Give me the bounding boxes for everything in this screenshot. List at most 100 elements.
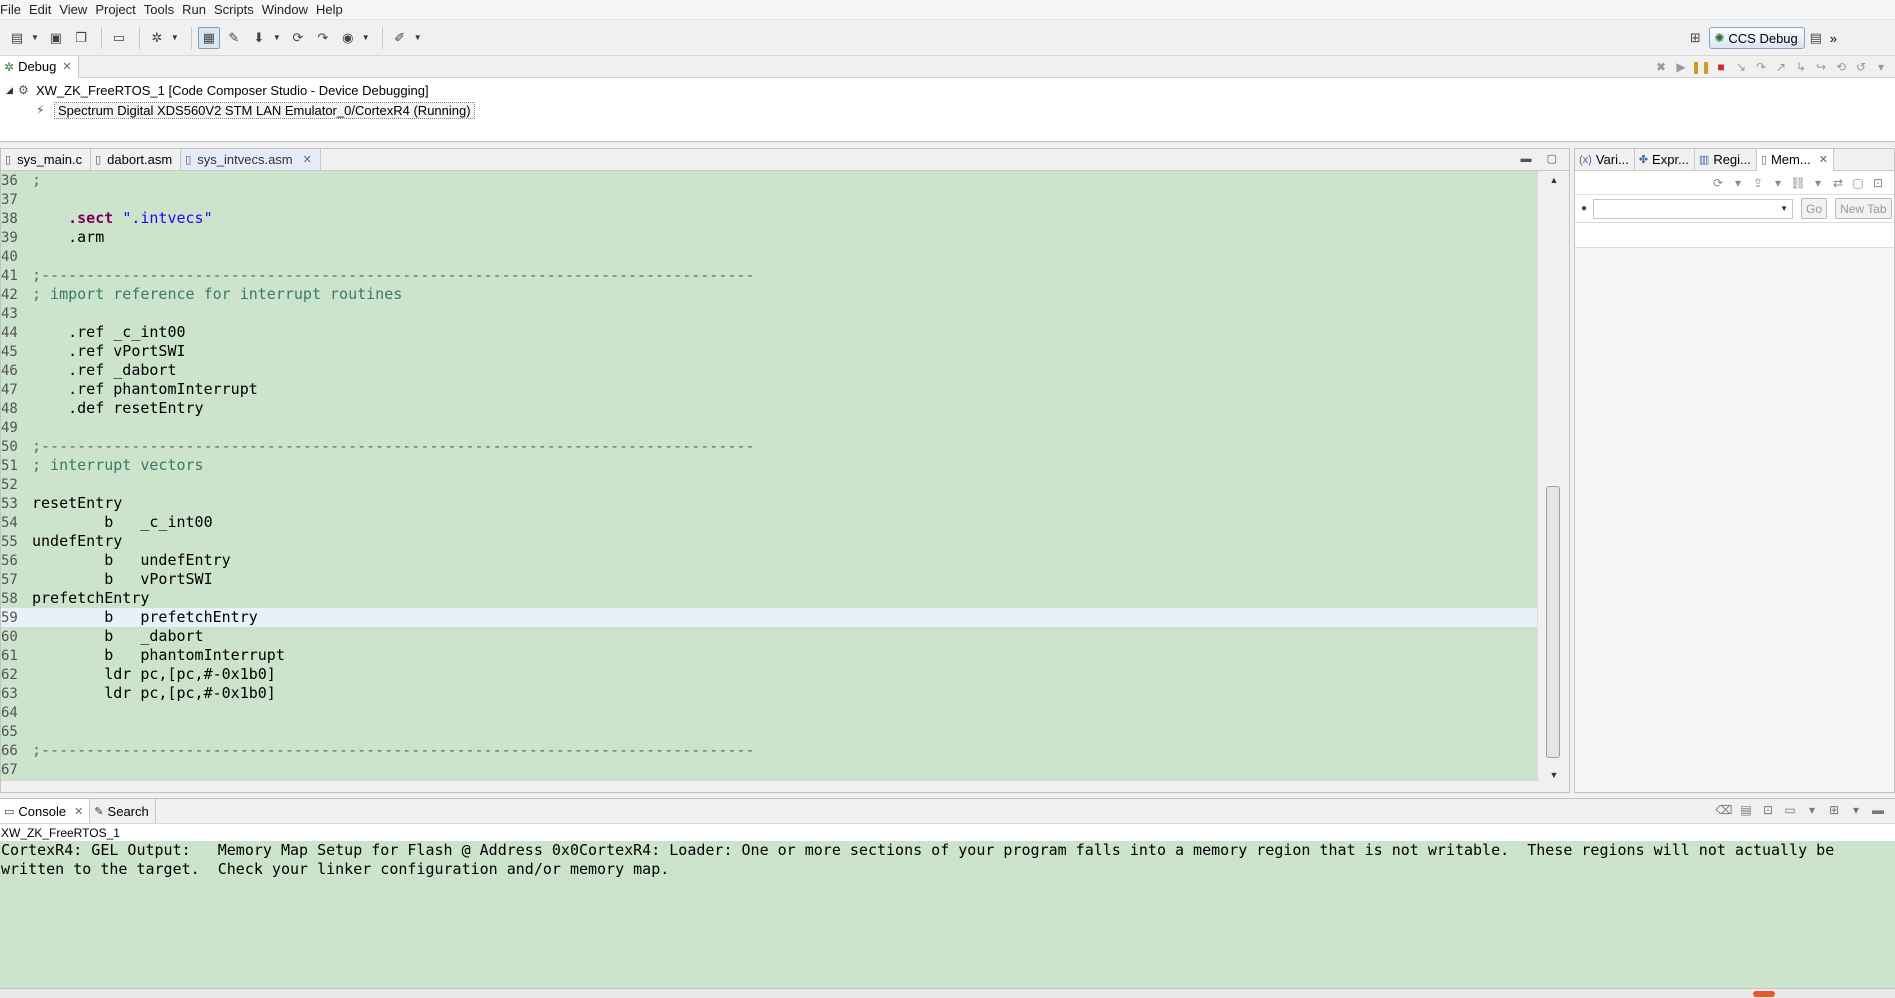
new-dropdown-icon[interactable]: ▼ (31, 33, 39, 42)
menu-window[interactable]: Window (262, 0, 315, 20)
debug-dropdown-icon[interactable]: ▼ (171, 33, 179, 42)
code-line[interactable]: 47 .ref phantomInterrupt (1, 380, 1539, 399)
minimize-icon[interactable]: ▬ (1867, 803, 1889, 817)
code-line[interactable]: 39 .arm (1, 228, 1539, 247)
menu-project[interactable]: Project (95, 0, 142, 20)
tab-search[interactable]: ✎ Search (90, 799, 156, 823)
tree-item-launch[interactable]: ◢ ⚙ XW_ZK_FreeRTOS_1 [Code Composer Stud… (6, 80, 1895, 100)
dropdown-icon[interactable]: ▾ (1768, 176, 1788, 190)
code-line[interactable]: 64 (1, 703, 1539, 722)
tab-registers[interactable]: ▥ Regi... (1695, 148, 1757, 171)
dropdown-icon[interactable]: ▾ (1728, 176, 1748, 190)
code-line[interactable]: 62 ldr pc,[pc,#-0x1b0] (1, 665, 1539, 684)
overflow-chevron-icon[interactable]: » (1830, 31, 1837, 46)
minimize-maximize-icons[interactable]: ▬ ▢ (1521, 152, 1563, 165)
open-console-icon[interactable]: ▭ (108, 27, 130, 49)
code-line[interactable]: 36; (1, 171, 1539, 190)
terminate-icon[interactable]: ■ (1711, 60, 1731, 74)
new-window-icon[interactable]: ▢ (1848, 176, 1868, 190)
close-icon[interactable]: ✕ (62, 60, 71, 73)
view-menu-icon[interactable]: ▾ (1871, 60, 1891, 74)
scroll-thumb[interactable] (1546, 486, 1560, 758)
address-combo[interactable]: ▼ (1593, 198, 1794, 219)
menu-file[interactable]: File (0, 0, 28, 20)
tab-expressions[interactable]: ✤ Expr... (1635, 148, 1695, 171)
go-button[interactable]: Go (1801, 198, 1828, 219)
code-line[interactable]: 58 prefetchEntry (1, 589, 1539, 608)
menu-scripts[interactable]: Scripts (214, 0, 261, 20)
code-line[interactable]: 52 (1, 475, 1539, 494)
pin-icon[interactable]: ⊡ (1868, 176, 1888, 190)
tab-sys-main-c[interactable]: ▯ sys_main.c (1, 149, 92, 170)
new-tab-button[interactable]: New Tab (1835, 198, 1892, 219)
memory-view-icon[interactable]: ▦ (197, 26, 220, 49)
clear-console-icon[interactable]: ⌫ (1713, 803, 1735, 817)
code-line[interactable]: 61 b phantomInterrupt (1, 646, 1539, 665)
scroll-down-icon[interactable]: ▼ (1538, 770, 1570, 780)
combo-caret-icon[interactable]: ▼ (1780, 204, 1788, 213)
code-line[interactable]: 44 .ref _c_int00 (1, 323, 1539, 342)
tab-memory[interactable]: ▯ Mem... ✕ (1756, 148, 1834, 171)
code-line[interactable]: 46 .ref _dabort (1, 361, 1539, 380)
tab-sys-intvecs-asm[interactable]: ▯ sys_intvecs.asm ✕ (181, 149, 321, 170)
tab-debug[interactable]: ✲ Debug ✕ (0, 55, 79, 78)
step-icon[interactable]: ⟳ (287, 27, 309, 49)
save-icon[interactable]: ▣ (45, 27, 67, 49)
code-line[interactable]: 57 b vPortSWI (1, 570, 1539, 589)
export-icon[interactable]: ⇪ (1748, 176, 1768, 190)
run-config-dropdown-icon[interactable]: ▼ (362, 33, 370, 42)
load-program-icon[interactable]: ⬇ (248, 27, 270, 49)
assembly-step-over-icon[interactable]: ↪ (1811, 60, 1831, 74)
code-line[interactable]: 43 (1, 304, 1539, 323)
code-line[interactable]: 41 ;-------------------------------------… (1, 266, 1539, 285)
refresh-icon[interactable]: ⟳ (1708, 176, 1728, 190)
menu-tools[interactable]: Tools (144, 0, 181, 20)
step-over-icon[interactable]: ↷ (312, 27, 334, 49)
close-icon[interactable]: ✕ (74, 805, 83, 818)
menu-run[interactable]: Run (182, 0, 213, 20)
code-line[interactable]: 42 ; import reference for interrupt routi… (1, 285, 1539, 304)
code-line[interactable]: 50 ;-------------------------------------… (1, 437, 1539, 456)
code-line[interactable]: 38 .sect ".intvecs" (1, 209, 1539, 228)
code-line[interactable]: 56 b undefEntry (1, 551, 1539, 570)
suspend-icon[interactable]: ❚❚ (1691, 60, 1711, 74)
code-line[interactable]: 40 (1, 247, 1539, 266)
tab-dabort-asm[interactable]: ▯ dabort.asm (91, 149, 182, 170)
code-line[interactable]: 65 (1, 722, 1539, 741)
collapse-arrow-icon[interactable]: ◢ (6, 85, 18, 96)
code-line[interactable]: 67 (1, 760, 1539, 779)
resume-icon[interactable]: ▶ (1671, 60, 1691, 74)
code-line[interactable]: 48 .def resetEntry (1, 399, 1539, 418)
tab-console[interactable]: ▭ Console ✕ (0, 799, 91, 823)
code-line[interactable]: 66 ;-------------------------------------… (1, 741, 1539, 760)
menu-view[interactable]: View (59, 0, 94, 20)
menu-edit[interactable]: Edit (29, 0, 58, 20)
code-line[interactable]: 51 ; interrupt vectors (1, 456, 1539, 475)
new-console-icon[interactable]: ⊞ (1823, 803, 1845, 817)
scroll-up-icon[interactable]: ▲ (1538, 175, 1570, 185)
wand-dropdown-icon[interactable]: ▼ (414, 33, 422, 42)
step-return-icon[interactable]: ↗ (1771, 60, 1791, 74)
code-line[interactable]: 54 b _c_int00 (1, 513, 1539, 532)
restart-icon[interactable]: ↺ (1851, 60, 1871, 74)
reset-cpu-icon[interactable]: ⟲ (1831, 60, 1851, 74)
sync-icon[interactable]: ⇄ (1828, 176, 1848, 190)
dropdown-icon[interactable]: ▾ (1845, 803, 1867, 817)
assembly-step-into-icon[interactable]: ↳ (1791, 60, 1811, 74)
tab-variables[interactable]: (x) Vari... (1575, 148, 1635, 171)
code-editor[interactable]: 36; 37 38 .sect ".intvecs" 39 .arm 40 41 ;----… (1, 171, 1539, 782)
close-icon[interactable]: ✕ (303, 153, 312, 166)
close-icon[interactable]: ✕ (1819, 153, 1828, 166)
code-line[interactable]: 37 (1, 190, 1539, 209)
menu-help[interactable]: Help (316, 0, 350, 20)
remove-all-terminated-icon[interactable]: ✖ (1651, 60, 1671, 74)
save-all-icon[interactable]: ❐ (70, 27, 92, 49)
code-line[interactable]: 59 b prefetchEntry (1, 608, 1539, 627)
ccs-debug-perspective-button[interactable]: ✺ CCS Debug (1709, 27, 1805, 49)
run-config-icon[interactable]: ◉ (337, 27, 359, 49)
edit-perspective-icon[interactable]: ▤ (1805, 27, 1827, 49)
code-line[interactable]: 55 undefEntry (1, 532, 1539, 551)
scroll-lock-icon[interactable]: ▤ (1735, 803, 1757, 817)
pin-icon[interactable]: ✎ (223, 27, 245, 49)
display-console-icon[interactable]: ▭ (1779, 803, 1801, 817)
